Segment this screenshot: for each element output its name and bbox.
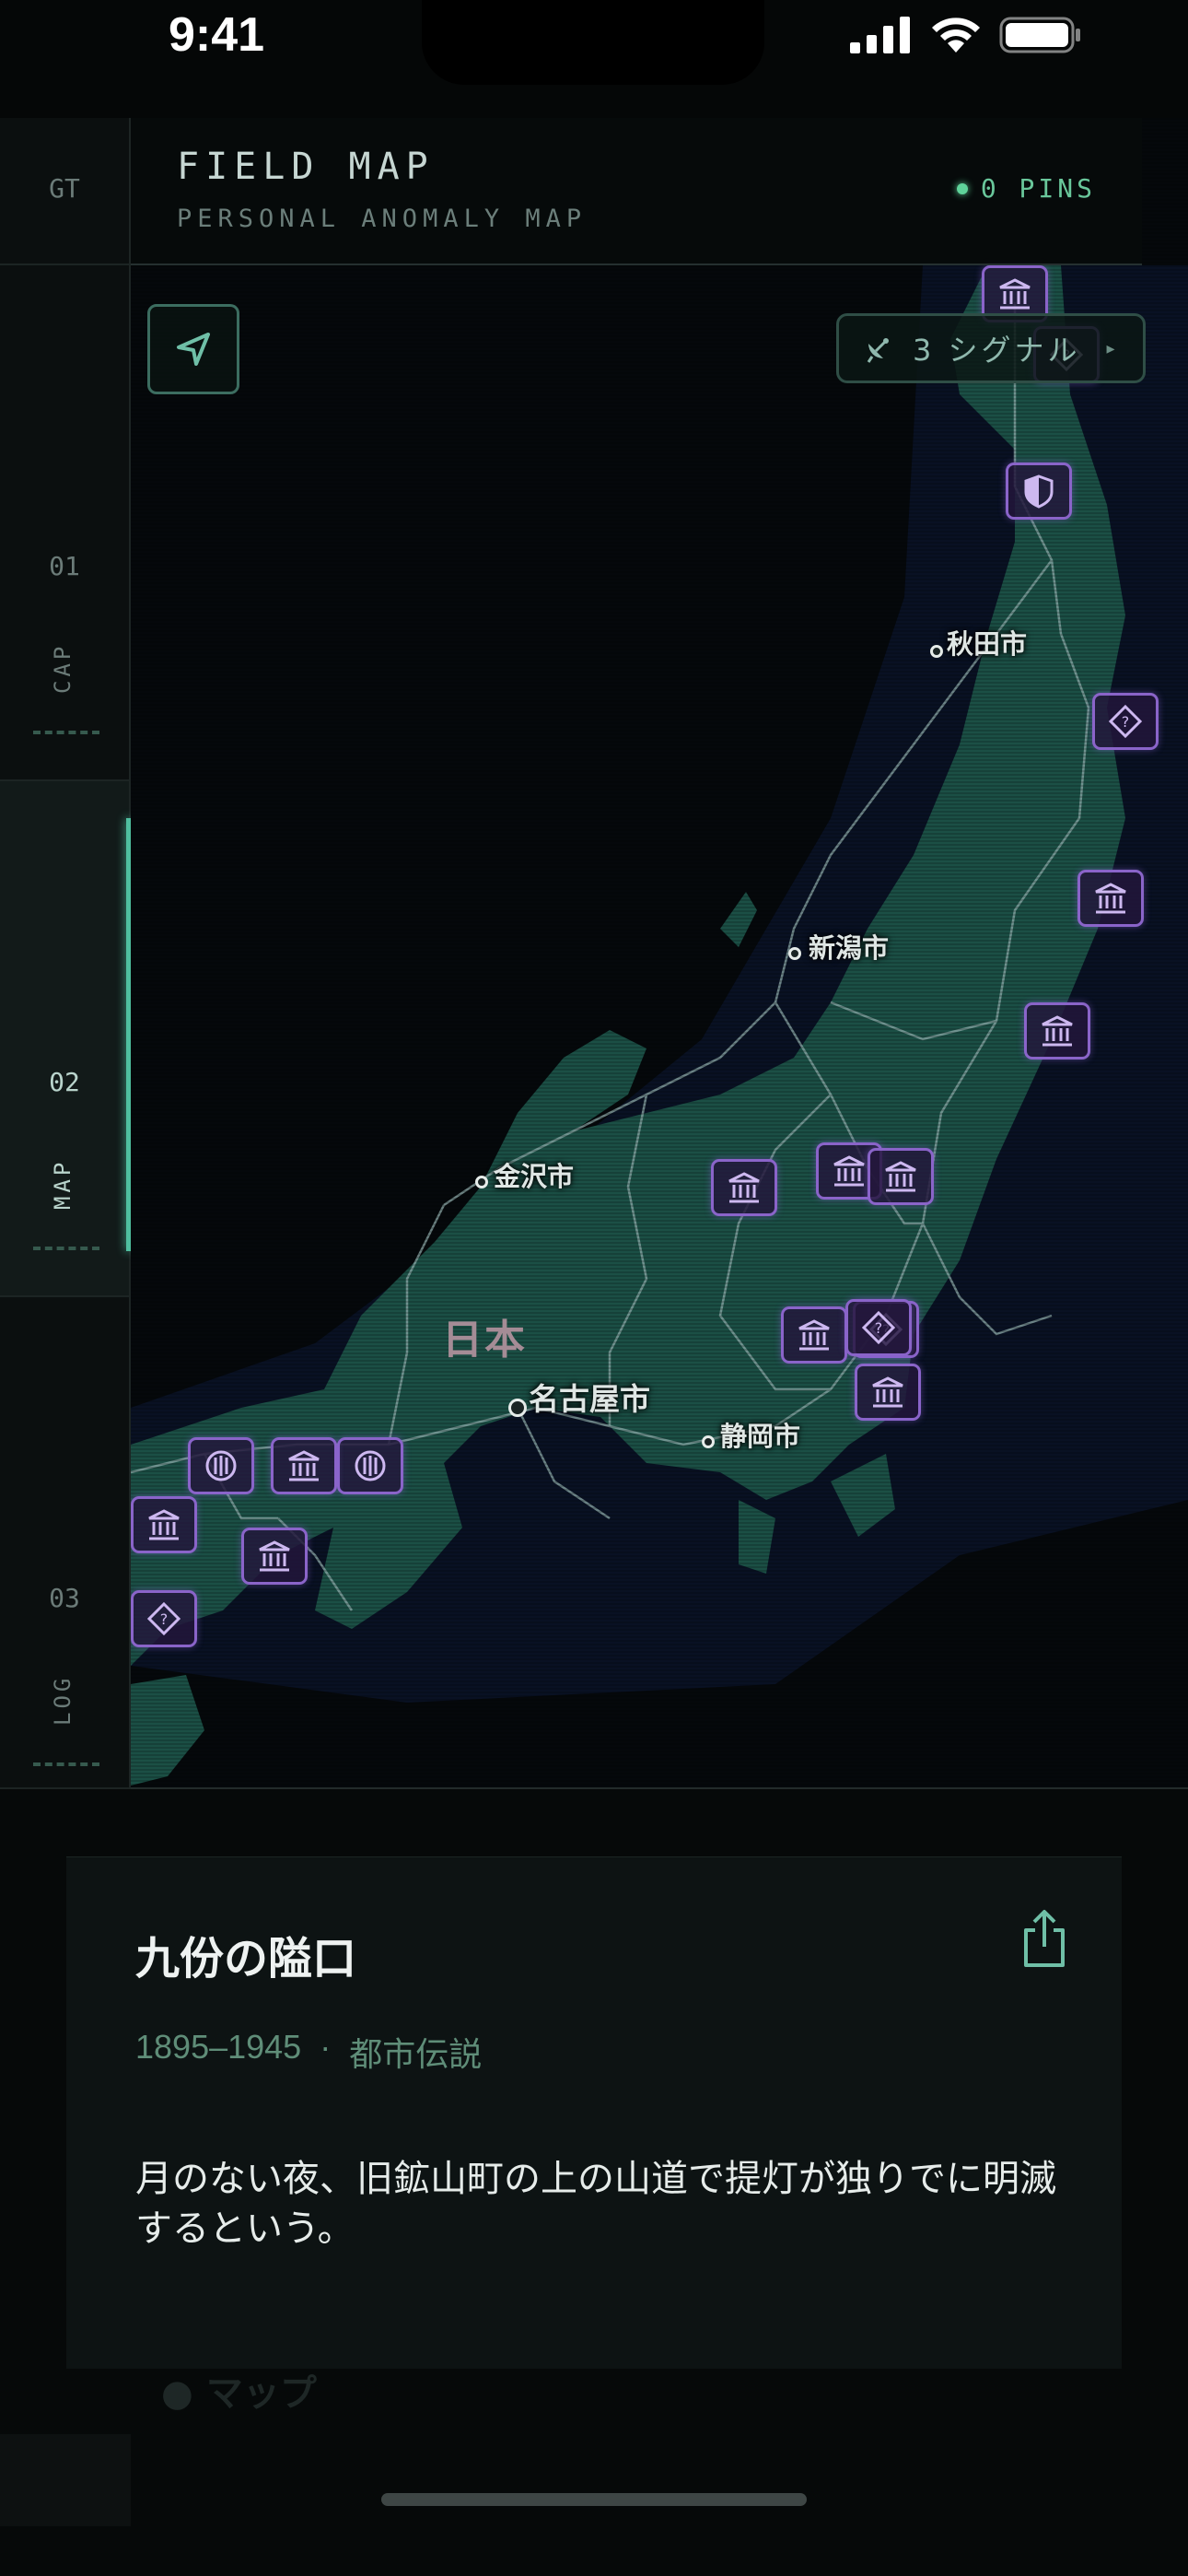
rail-tab-log-number: 03 [49, 1583, 80, 1613]
wifi-icon [932, 18, 980, 53]
status-time: 9:41 [169, 8, 265, 62]
map-pin-shield[interactable] [1006, 463, 1072, 520]
svg-text:?: ? [160, 1610, 169, 1628]
museum-icon [1095, 883, 1126, 914]
map-pin-museum[interactable] [241, 1528, 308, 1585]
museum-icon [872, 1376, 903, 1408]
museum-icon [999, 278, 1031, 310]
question-icon: ? [861, 1310, 896, 1345]
map-pin-grid[interactable] [188, 1437, 254, 1494]
map-header: FIELD MAP PERSONAL ANOMALY MAP 0 PINS [131, 118, 1142, 265]
rail-tab-map-label: MAP [50, 1158, 76, 1210]
anomaly-detail-card[interactable]: 九份の隘口 1895–1945 · 都市伝説 月のない夜、旧鉱山町の上の山道で提… [66, 1856, 1122, 2369]
rail-tab-map[interactable]: 02 MAP [0, 781, 131, 1297]
map-pin-museum[interactable] [868, 1148, 934, 1205]
dynamic-island [422, 0, 764, 85]
signal-label: 3 シグナル [913, 333, 1081, 368]
question-icon: ? [146, 1601, 181, 1636]
museum-icon [885, 1161, 916, 1192]
card-title: 九份の隘口 [135, 1933, 357, 1985]
museum-icon [728, 1172, 760, 1203]
card-category: 都市伝説 [349, 2035, 483, 2073]
share-button[interactable] [1015, 1905, 1074, 1972]
home-indicator [381, 2493, 807, 2506]
maps-attribution: ● マップ [161, 2363, 317, 2417]
locate-button[interactable] [147, 304, 239, 394]
question-icon: ? [1108, 704, 1143, 739]
rail-footer [0, 2434, 131, 2526]
signal-button[interactable]: 3 シグナル ▸ [836, 313, 1146, 383]
location-arrow-icon [177, 333, 210, 366]
pins-status: 0 PINS [956, 173, 1096, 204]
status-bar: 9:41 [0, 0, 1188, 120]
map-pin-museum[interactable] [711, 1159, 777, 1216]
card-separator: · [320, 2028, 332, 2066]
map-pin-museum[interactable] [131, 1496, 197, 1553]
map-pin-unknown[interactable]: ? [131, 1590, 197, 1647]
rail-tab-cap-dash [33, 731, 99, 734]
svg-text:?: ? [1122, 713, 1130, 731]
map-pin-unknown[interactable]: ? [845, 1299, 912, 1356]
museum-icon [833, 1155, 865, 1187]
satellite-icon [867, 338, 889, 363]
battery-icon [999, 17, 1080, 53]
page-subtitle: PERSONAL ANOMALY MAP [177, 205, 588, 233]
rail-header: GT [0, 118, 129, 265]
museum-icon [1042, 1015, 1073, 1047]
map-pin-unknown[interactable]: ? [1092, 693, 1159, 750]
card-meta: 1895–1945 · 都市伝説 [135, 2028, 482, 2076]
card-description: 月のない夜、旧鉱山町の上の山道で提灯が独りでに明滅するという。 [135, 2158, 1056, 2250]
rail-tab-log-label: LOG [50, 1674, 76, 1726]
card-years: 1895–1945 [135, 2028, 302, 2066]
map-pin-museum[interactable] [1077, 870, 1144, 927]
museum-icon [148, 1509, 180, 1540]
rail-tab-cap[interactable]: 01 CAP [0, 265, 129, 781]
museum-icon [259, 1540, 290, 1572]
map-pin-museum[interactable] [855, 1364, 921, 1421]
rail-tab-cap-label: CAP [50, 642, 76, 694]
museum-icon [798, 1319, 830, 1351]
status-dot [956, 182, 968, 194]
pins-count: 0 PINS [980, 173, 1096, 204]
map-pin-museum[interactable] [1024, 1002, 1090, 1060]
grid-globe-icon [355, 1450, 386, 1481]
map-pin-museum[interactable] [271, 1437, 337, 1494]
shield-icon [1024, 474, 1054, 509]
map-pin-museum[interactable] [781, 1306, 847, 1364]
share-icon [1024, 1910, 1065, 1967]
rail-tab-log[interactable]: 03 LOG [0, 1297, 129, 1789]
rail-tab-map-number: 02 [49, 1067, 80, 1097]
rail-tab-map-dash [33, 1247, 99, 1250]
maps-attribution-label: マップ [205, 2372, 317, 2415]
status-icons [850, 13, 1082, 57]
museum-icon [288, 1450, 320, 1481]
svg-text:?: ? [875, 1319, 883, 1337]
rail-tab-cap-number: 01 [49, 551, 80, 581]
map-pin-grid[interactable] [337, 1437, 403, 1494]
cellular-signal-icon [850, 17, 910, 53]
grid-globe-icon [205, 1450, 237, 1481]
apple-logo-icon: ● [161, 2372, 193, 2415]
signal-arrow: ▸ [1106, 338, 1115, 358]
rail-top-label: GT [49, 173, 80, 204]
page-title: FIELD MAP [177, 146, 435, 188]
rail-tab-log-dash [33, 1762, 99, 1766]
